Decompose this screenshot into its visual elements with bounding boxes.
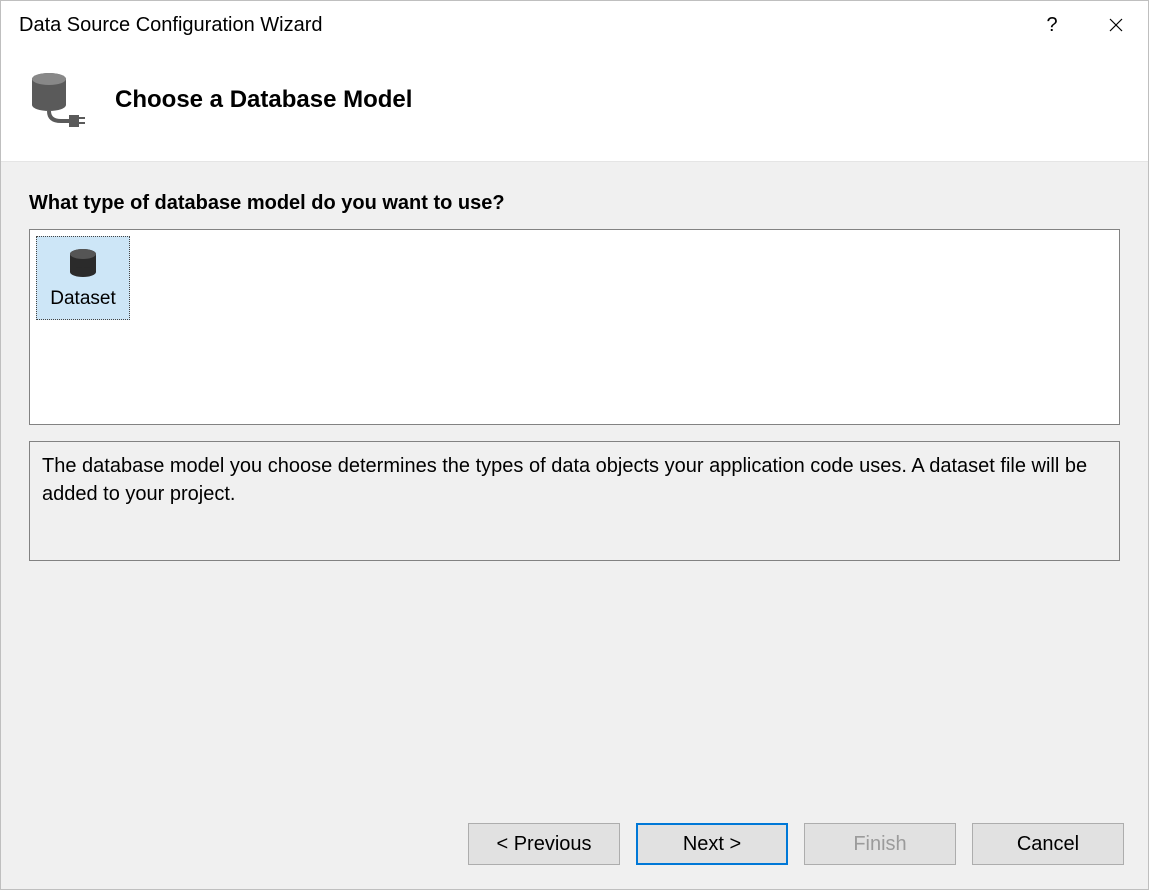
help-button[interactable]: ? — [1020, 1, 1084, 49]
window-title: Data Source Configuration Wizard — [19, 14, 322, 37]
titlebar: Data Source Configuration Wizard ? — [1, 1, 1148, 49]
close-icon — [1109, 18, 1123, 32]
finish-button: Finish — [804, 823, 956, 865]
wizard-header: Choose a Database Model — [1, 49, 1148, 161]
model-item-dataset[interactable]: Dataset — [36, 236, 130, 320]
model-description: The database model you choose determines… — [29, 441, 1120, 561]
cancel-button[interactable]: Cancel — [972, 823, 1124, 865]
titlebar-controls: ? — [1020, 1, 1148, 49]
database-icon — [65, 246, 101, 282]
model-question: What type of database model do you want … — [29, 192, 1120, 215]
wizard-footer: < Previous Next > Finish Cancel — [1, 799, 1148, 889]
help-icon: ? — [1046, 14, 1057, 37]
wizard-window: Data Source Configuration Wizard ? — [0, 0, 1149, 890]
close-button[interactable] — [1084, 1, 1148, 49]
content-area: What type of database model do you want … — [1, 161, 1148, 799]
database-plug-icon — [25, 67, 91, 133]
model-item-label: Dataset — [50, 288, 115, 310]
next-button[interactable]: Next > — [636, 823, 788, 865]
wizard-step-title: Choose a Database Model — [115, 86, 412, 114]
model-type-list[interactable]: Dataset — [29, 229, 1120, 425]
previous-button[interactable]: < Previous — [468, 823, 620, 865]
